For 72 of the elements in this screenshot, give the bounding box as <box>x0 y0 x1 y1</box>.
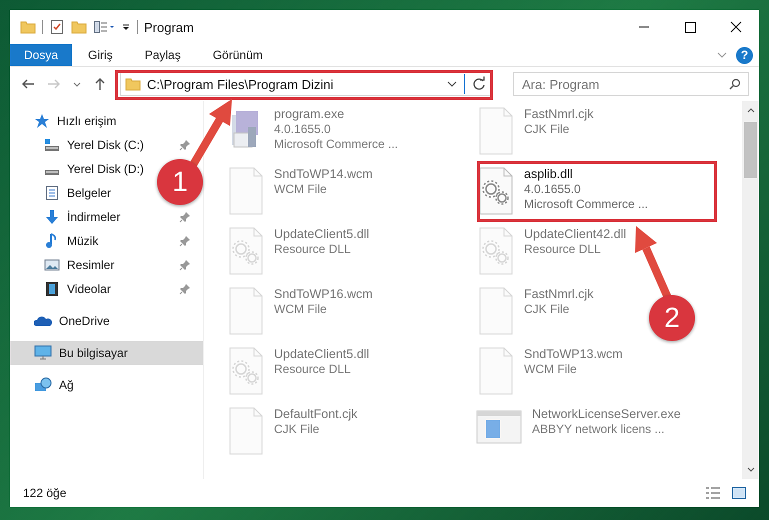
film-icon <box>44 281 60 297</box>
file-detail: Resource DLL <box>274 242 351 257</box>
dropdown-icon[interactable] <box>121 22 131 32</box>
window-title: Program <box>144 20 194 34</box>
sidebar-item[interactable]: Hızlı erişim <box>34 111 116 131</box>
file-detail: Microsoft Commerce ... <box>524 197 648 212</box>
ribbon-tab[interactable]: Görünüm <box>196 44 279 66</box>
address-path: C:\Program Files\Program Dizini <box>147 76 334 92</box>
sidebar-item[interactable]: OneDrive <box>34 311 110 331</box>
file-detail: WCM File <box>524 362 577 377</box>
checklist-icon[interactable] <box>49 19 65 35</box>
sidebar-item[interactable]: Videolar <box>44 279 111 299</box>
pin-icon[interactable] <box>179 259 191 271</box>
file-name: UpdateClient5.dll <box>274 227 370 242</box>
document-icon <box>44 185 60 201</box>
ribbon-tab[interactable]: Paylaş <box>128 44 197 66</box>
file-name: SndToWP14.wcm <box>274 167 373 182</box>
folder-icon <box>125 76 141 92</box>
file-name: SndToWP16.wcm <box>274 287 373 302</box>
properties-icon[interactable] <box>93 19 115 35</box>
sidebar-item[interactable]: Ağ <box>34 375 74 395</box>
file-name: UpdateClient42.dll <box>524 227 626 242</box>
star-icon <box>34 113 50 129</box>
file-detail: WCM File <box>274 302 327 317</box>
file-detail: Microsoft Commerce ... <box>274 137 398 152</box>
pin-icon[interactable] <box>179 235 191 247</box>
file-name: asplib.dll <box>524 167 573 182</box>
file-name: FastNmrl.cjk <box>524 107 594 122</box>
scrollbar[interactable] <box>742 101 759 479</box>
cloud-icon <box>34 316 52 326</box>
file-detail: Resource DLL <box>274 362 351 377</box>
ribbon-tab[interactable]: Dosya <box>10 44 72 66</box>
network-icon <box>34 377 52 393</box>
file-detail: CJK File <box>524 122 570 137</box>
file-name: FastNmrl.cjk <box>524 287 594 302</box>
monitor-icon <box>34 345 52 361</box>
down-arrow-icon <box>44 209 60 225</box>
help-button[interactable]: ? <box>736 46 753 64</box>
ribbon-tab[interactable]: Giriş <box>72 44 129 66</box>
pin-icon[interactable] <box>179 139 191 151</box>
file-detail: ABBYY network licens ... <box>532 422 665 437</box>
sidebar-item[interactable]: Yerel Disk (C:) <box>44 135 144 155</box>
sidebar-item[interactable]: Belgeler <box>44 183 112 203</box>
file-detail: 4.0.1655.0 <box>524 182 581 197</box>
file-detail: CJK File <box>524 302 570 317</box>
file-name: NetworkLicenseServer.exe <box>532 407 681 422</box>
file-detail: Resource DLL <box>524 242 601 257</box>
drive-icon <box>44 137 60 153</box>
sidebar-item[interactable]: Resimler <box>44 255 114 275</box>
details-view-icon[interactable] <box>705 485 721 501</box>
file-detail: CJK File <box>274 422 320 437</box>
search-field[interactable]: Ara: Program <box>513 72 749 96</box>
item-count: 122 öğe <box>23 486 66 500</box>
search-icon[interactable] <box>729 78 741 90</box>
sidebar-item[interactable]: Yerel Disk (D:) <box>44 159 144 179</box>
refresh-icon[interactable] <box>471 76 487 92</box>
file-name: UpdateClient5.dll <box>274 347 370 362</box>
sidebar-item[interactable]: Müzik <box>44 231 98 251</box>
drive-icon <box>45 170 59 175</box>
address-bar[interactable]: C:\Program Files\Program Dizini <box>120 72 492 96</box>
sidebar-item[interactable]: İndirmeler <box>44 207 120 227</box>
landscape-picture-icon <box>44 257 60 273</box>
pin-icon[interactable] <box>179 283 191 295</box>
file-name: SndToWP13.wcm <box>524 347 623 362</box>
large-icons-view-icon[interactable] <box>731 485 747 501</box>
pin-icon[interactable] <box>179 211 191 223</box>
file-detail: 4.0.1655.0 <box>274 122 331 137</box>
sidebar-item[interactable]: Bu bilgisayar <box>34 343 128 363</box>
file-detail: WCM File <box>274 182 327 197</box>
scroll-thumb[interactable] <box>744 122 757 178</box>
file-name: program.exe <box>274 107 344 122</box>
file-name: DefaultFont.cjk <box>274 407 358 422</box>
